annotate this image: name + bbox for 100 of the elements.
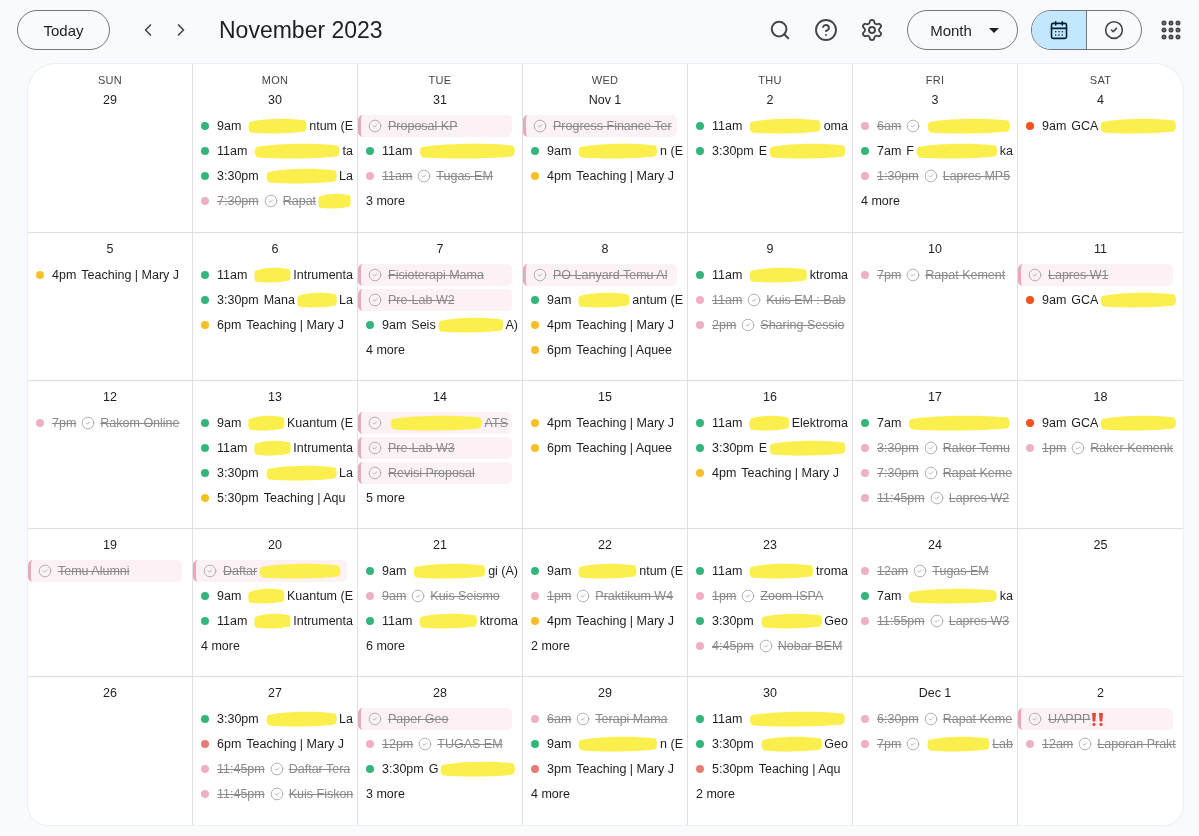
event-item[interactable]: 7am ka — [853, 585, 1017, 607]
event-item[interactable]: 6pm Teaching | Aquee — [523, 437, 687, 459]
event-item[interactable]: 4pm Teaching | Mary J — [523, 314, 687, 336]
event-item[interactable]: 5:30pm Teaching | Aqu — [688, 758, 852, 780]
more-events-link[interactable]: 4 more — [853, 190, 908, 212]
more-events-link[interactable]: 3 more — [358, 190, 413, 212]
event-item[interactable]: 7am — [853, 412, 1017, 434]
task-item[interactable]: 11:45pm Lapres W2 — [853, 487, 1017, 509]
date-number[interactable]: 28 — [429, 685, 451, 701]
date-number[interactable]: 29 — [594, 685, 616, 701]
task-item[interactable]: 4:45pm Nobar BEM — [688, 635, 852, 657]
task-item[interactable]: 11am Tugas EM — [358, 165, 522, 187]
task-item[interactable]: 6am Terapi Mama — [523, 708, 687, 730]
event-item[interactable]: 3:30pm Geo — [688, 610, 852, 632]
event-item[interactable]: 11am Intrumenta — [193, 610, 357, 632]
event-item[interactable]: 3:30pm La — [193, 462, 357, 484]
event-item[interactable]: 9am GCA — [1018, 289, 1183, 311]
task-item[interactable]: 11:55pm Lapres W3 — [853, 610, 1017, 632]
task-item[interactable]: 6am — [853, 115, 1017, 137]
event-item[interactable]: 11am ktroma — [358, 610, 522, 632]
task-item[interactable]: 7pm Rakom Online — [28, 412, 192, 434]
event-item[interactable]: 11am oma — [688, 115, 852, 137]
task-item[interactable]: 2pm Sharing Sessio — [688, 314, 852, 336]
date-number[interactable]: Dec 1 — [914, 685, 956, 701]
date-number[interactable]: 7 — [432, 241, 448, 257]
calendar-view-button[interactable] — [1032, 11, 1086, 49]
task-item[interactable]: 12am Tugas EM — [853, 560, 1017, 582]
more-events-link[interactable]: 3 more — [358, 783, 413, 805]
more-events-link[interactable]: 2 more — [688, 783, 743, 805]
event-item[interactable]: 9am antum (E — [523, 289, 687, 311]
event-item[interactable]: 11am troma — [688, 560, 852, 582]
date-number[interactable]: 10 — [924, 241, 946, 257]
more-events-link[interactable]: 5 more — [358, 487, 413, 509]
date-number[interactable]: 30 — [264, 92, 286, 108]
event-item[interactable]: 3:30pm Geo — [688, 733, 852, 755]
task-item[interactable]: 6:30pm Rapat Keme — [853, 708, 1017, 730]
event-item[interactable]: 11am Intrumenta — [193, 264, 357, 286]
event-item[interactable]: 6pm Teaching | Mary J — [193, 314, 357, 336]
task-item[interactable]: 1:30pm Lapres MP5 — [853, 165, 1017, 187]
event-item[interactable]: 4pm Teaching | Mary J — [523, 165, 687, 187]
event-item[interactable]: 7am F ka — [853, 140, 1017, 162]
event-item[interactable]: 9am Kuantum (E — [193, 412, 357, 434]
date-number[interactable]: 9 — [762, 241, 778, 257]
event-item[interactable]: 9am ntum (E — [193, 115, 357, 137]
event-item[interactable]: 11am Intrumenta — [193, 437, 357, 459]
task-item[interactable]: 7:30pm Rapat — [193, 190, 357, 212]
event-item[interactable]: 3:30pm E — [688, 140, 852, 162]
date-number[interactable]: 29 — [99, 92, 121, 108]
date-number[interactable]: 24 — [924, 537, 946, 553]
date-number[interactable]: 14 — [429, 389, 451, 405]
date-number[interactable]: 27 — [264, 685, 286, 701]
event-item[interactable]: 9am Seis A) — [358, 314, 522, 336]
task-item[interactable]: 1pm Raker Kemenk — [1018, 437, 1183, 459]
event-item[interactable]: 3:30pm La — [193, 165, 357, 187]
event-item[interactable]: 9am GCA — [1018, 412, 1183, 434]
date-number[interactable]: 2 — [1093, 685, 1108, 701]
date-number[interactable]: 20 — [264, 537, 286, 553]
task-item[interactable]: 7:30pm Rapat Keme — [853, 462, 1017, 484]
date-number[interactable]: 17 — [924, 389, 946, 405]
task-item[interactable]: 11:45pm Kuis Fiskon — [193, 783, 357, 805]
event-item[interactable]: 11am Elektroma — [688, 412, 852, 434]
event-item[interactable]: 4pm Teaching | Mary J — [523, 610, 687, 632]
task-item[interactable]: 12am Laporan Prakt — [1018, 733, 1183, 755]
event-item[interactable]: 9am GCA — [1018, 115, 1183, 137]
event-item[interactable]: 3pm Teaching | Mary J — [523, 758, 687, 780]
task-item[interactable]: 7pm Rapat Kement — [853, 264, 1017, 286]
date-number[interactable]: 11 — [1090, 241, 1111, 257]
event-item[interactable]: 11am — [358, 140, 522, 162]
event-item[interactable]: 5:30pm Teaching | Aqu — [193, 487, 357, 509]
date-number[interactable]: 31 — [429, 92, 451, 108]
event-item[interactable]: 4pm Teaching | Mary J — [523, 412, 687, 434]
task-item[interactable]: 1pm Praktikum W4 — [523, 585, 687, 607]
more-events-link[interactable]: 4 more — [193, 635, 248, 657]
task-item[interactable]: 11:45pm Daftar Tera — [193, 758, 357, 780]
more-events-link[interactable]: 6 more — [358, 635, 413, 657]
date-number[interactable]: 22 — [594, 537, 616, 553]
event-item[interactable]: 9am ntum (E — [523, 560, 687, 582]
date-number[interactable]: 6 — [267, 241, 283, 257]
date-number[interactable]: 23 — [759, 537, 781, 553]
task-item[interactable]: 9am Kuis Seismo — [358, 585, 522, 607]
date-number[interactable]: 3 — [927, 92, 943, 108]
more-events-link[interactable]: 4 more — [358, 339, 413, 361]
date-number[interactable]: 19 — [99, 537, 121, 553]
date-number[interactable]: 18 — [1089, 389, 1112, 405]
event-item[interactable]: 3:30pm G — [358, 758, 522, 780]
task-item[interactable]: 7pm Lab — [853, 733, 1017, 755]
event-item[interactable]: 11am ktroma — [688, 264, 852, 286]
date-number[interactable]: 2 — [762, 92, 778, 108]
date-number[interactable]: 5 — [102, 241, 118, 257]
more-events-link[interactable]: 2 more — [523, 635, 578, 657]
date-number[interactable]: 12 — [99, 389, 121, 405]
event-item[interactable]: 4pm Teaching | Mary J — [28, 264, 192, 286]
date-number[interactable]: Nov 1 — [584, 92, 626, 108]
date-number[interactable]: 13 — [264, 389, 286, 405]
task-item[interactable]: 11am Kuis EM : Bab — [688, 289, 852, 311]
event-item[interactable]: 3:30pm E — [688, 437, 852, 459]
event-item[interactable]: 6pm Teaching | Aquee — [523, 339, 687, 361]
event-item[interactable]: 3:30pm Mana La — [193, 289, 357, 311]
date-number[interactable]: 4 — [1093, 92, 1108, 108]
event-item[interactable]: 9am n (E — [523, 733, 687, 755]
